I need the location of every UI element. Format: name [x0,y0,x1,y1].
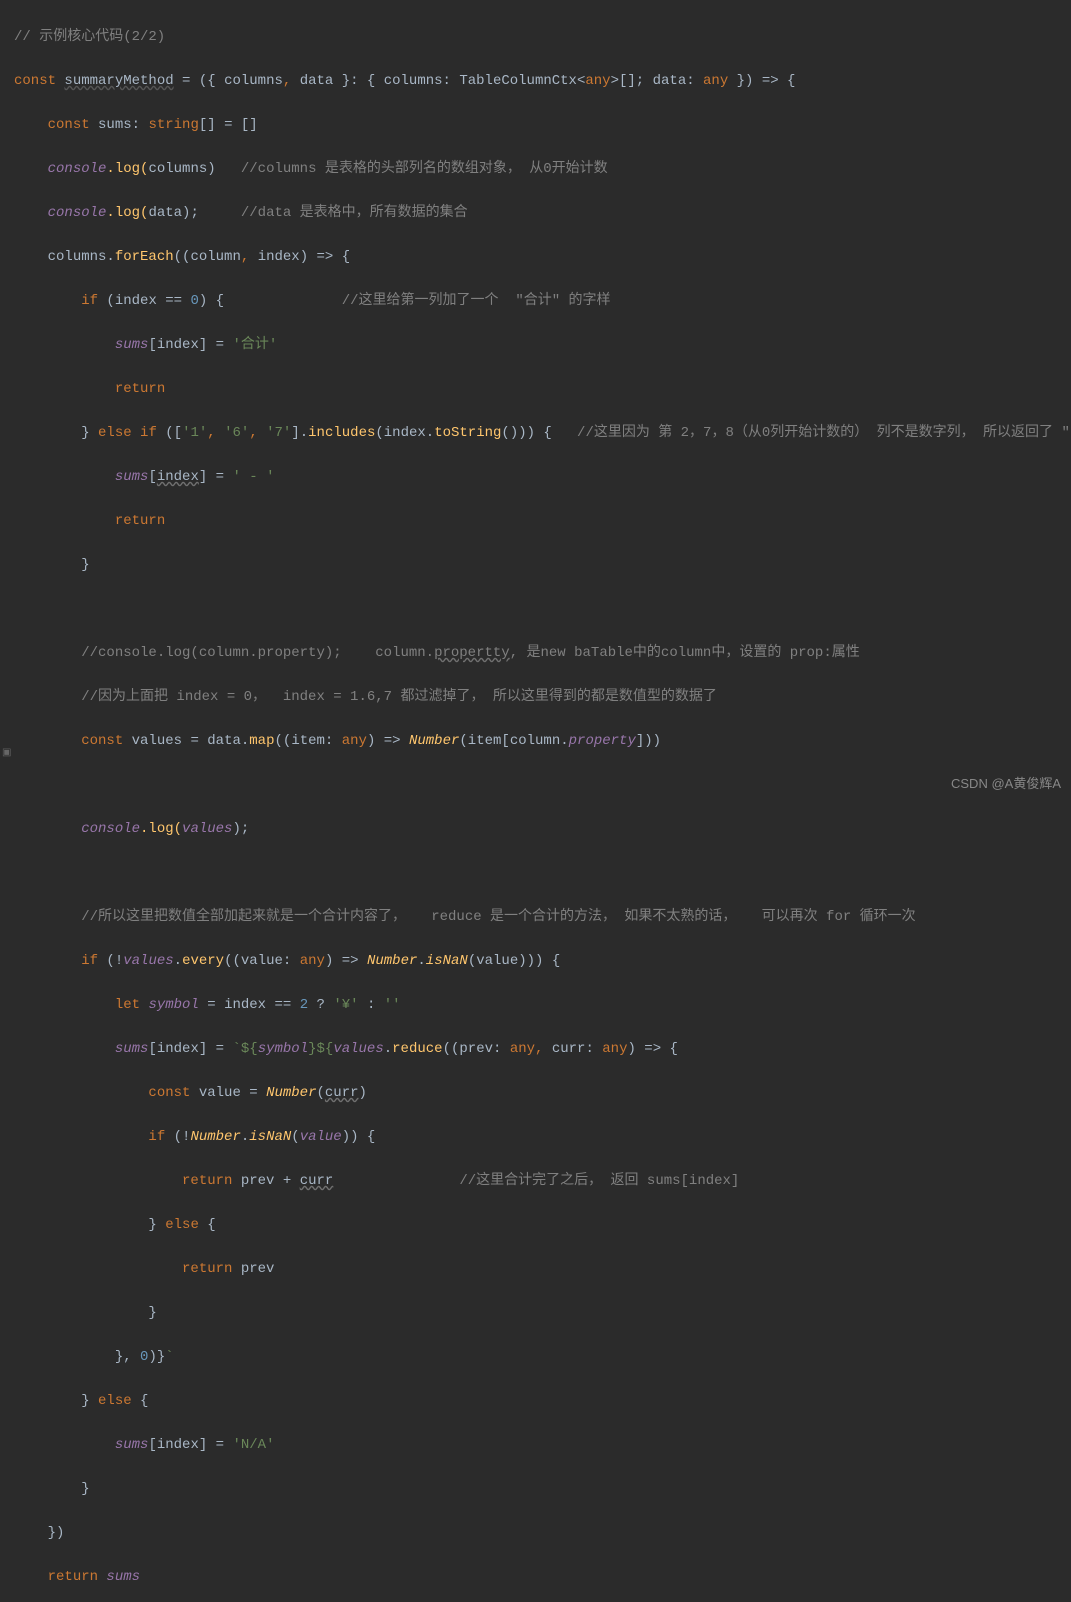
code-line: const values = data.map((item: any) => N… [14,730,1071,752]
code-line: const summaryMethod = ({ columns, data }… [14,70,1071,92]
code-line: if (index == 0) { //这里给第一列加了一个 "合计" 的字样 [14,290,1071,312]
code-line: sums[index] = ' - ' [14,466,1071,488]
code-line: console.log(values); [14,818,1071,840]
code-line: //console.log(column.property); column.p… [14,642,1071,664]
code-line [14,862,1071,884]
code-line: sums[index] = 'N/A' [14,1434,1071,1456]
gutter-collapse-icon[interactable]: ▣ [2,743,11,765]
code-line: } [14,1478,1071,1500]
code-line [14,598,1071,620]
code-line: // 示例核心代码(2/2) [14,26,1071,48]
code-line: } else if (['1', '6', '7'].includes(inde… [14,422,1071,444]
code-line: } else { [14,1214,1071,1236]
code-line: }) [14,1522,1071,1544]
code-line: }, 0)}` [14,1346,1071,1368]
code-line: const sums: string[] = [] [14,114,1071,136]
code-line: return [14,510,1071,532]
code-line: if (!values.every((value: any) => Number… [14,950,1071,972]
code-line: } [14,554,1071,576]
code-line: return prev [14,1258,1071,1280]
code-line: columns.forEach((column, index) => { [14,246,1071,268]
code-line: let symbol = index == 2 ? '¥' : '' [14,994,1071,1016]
code-line: } [14,1302,1071,1324]
watermark: CSDN @A黄俊辉A [951,773,1061,795]
code-line: //所以这里把数值全部加起来就是一个合计内容了， reduce 是一个合计的方法… [14,906,1071,928]
code-line: return [14,378,1071,400]
code-line [14,774,1071,796]
code-line: if (!Number.isNaN(value)) { [14,1126,1071,1148]
code-line: return sums [14,1566,1071,1588]
code-line: const value = Number(curr) [14,1082,1071,1104]
code-line: } else { [14,1390,1071,1412]
code-line: return prev + curr //这里合计完了之后， 返回 sums[i… [14,1170,1071,1192]
code-line: console.log(columns) //columns 是表格的头部列名的… [14,158,1071,180]
code-line: //因为上面把 index = 0， index = 1.6,7 都过滤掉了， … [14,686,1071,708]
code-line: sums[index] = `${symbol}${values.reduce(… [14,1038,1071,1060]
code-line: sums[index] = '合计' [14,334,1071,356]
code-line: console.log(data); //data 是表格中，所有数据的集合 [14,202,1071,224]
code-editor[interactable]: // 示例核心代码(2/2) const summaryMethod = ({ … [0,0,1071,1602]
